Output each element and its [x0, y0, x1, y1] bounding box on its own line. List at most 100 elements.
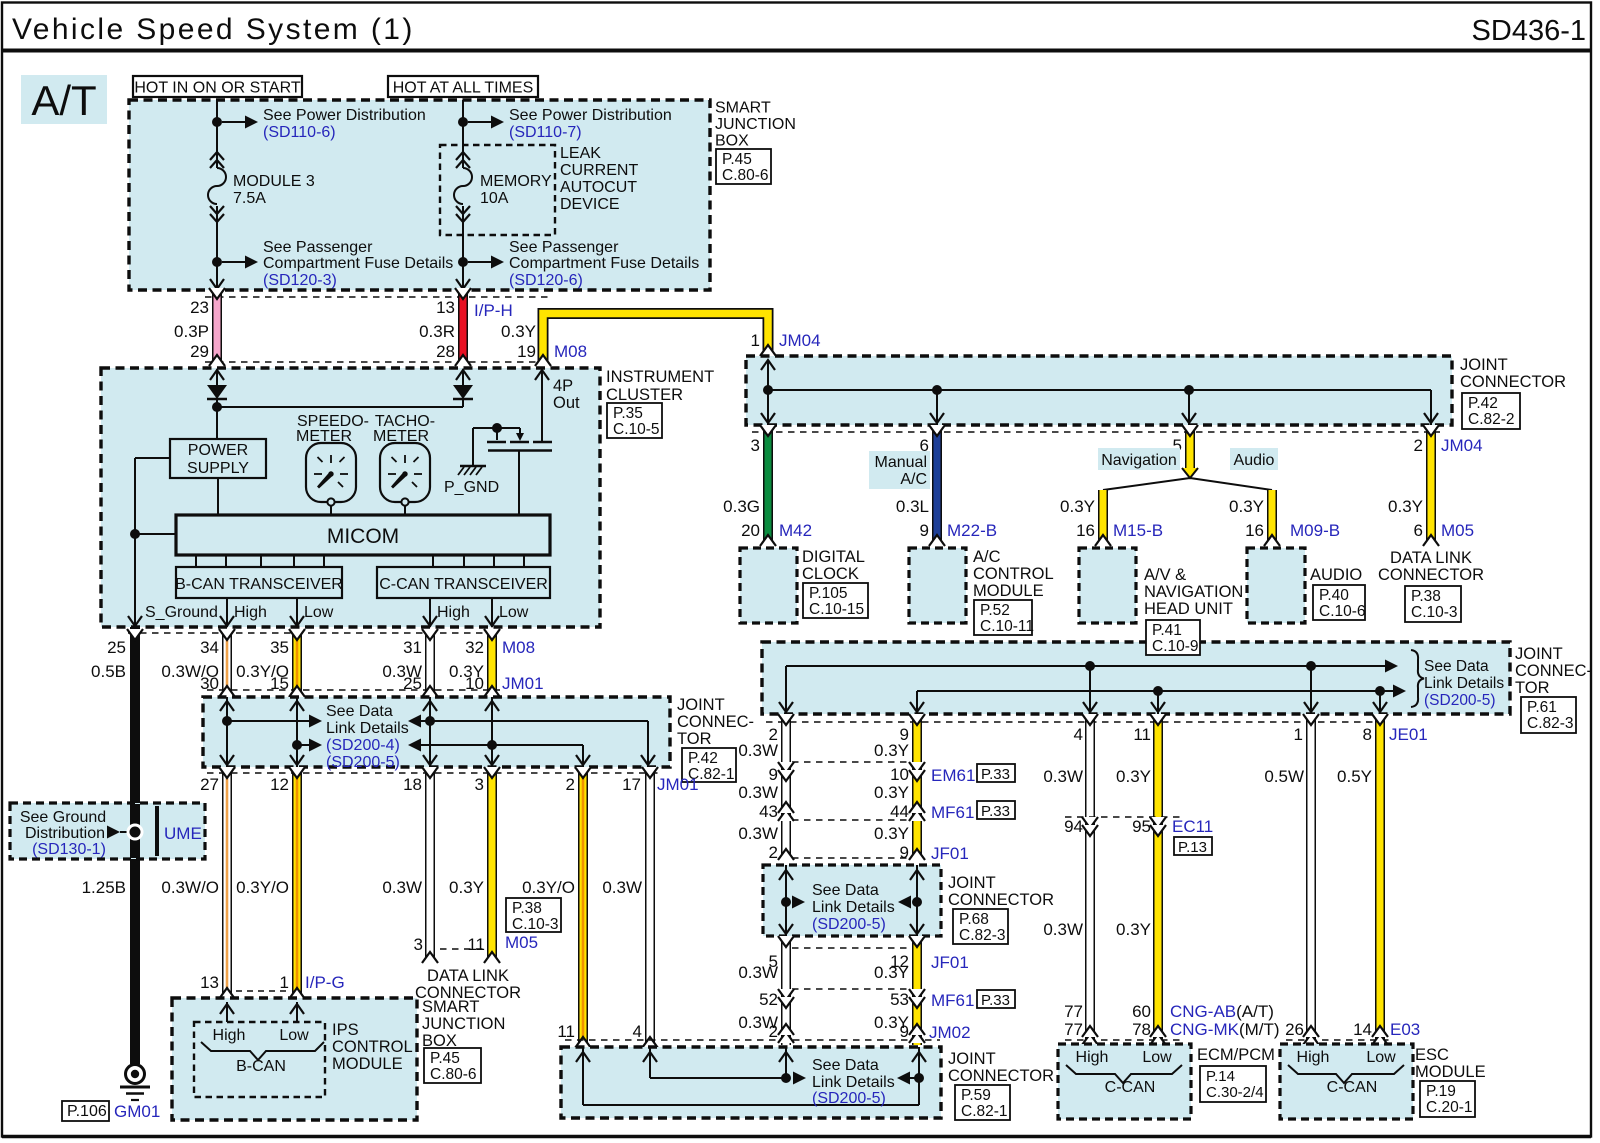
svg-text:JUNCTION: JUNCTION	[422, 1015, 505, 1033]
svg-text:M08: M08	[554, 342, 587, 361]
svg-text:14: 14	[1353, 1020, 1372, 1039]
svg-text:C.10-3: C.10-3	[1411, 604, 1458, 621]
svg-text:0.3W: 0.3W	[1043, 920, 1083, 939]
svg-text:(SD130-1): (SD130-1)	[32, 841, 106, 858]
svg-text:CONNECTOR: CONNECTOR	[948, 891, 1054, 909]
svg-text:S_Ground: S_Ground	[145, 604, 218, 621]
svg-text:See Power Distribution: See Power Distribution	[509, 107, 672, 124]
svg-text:Low: Low	[279, 1027, 309, 1044]
svg-text:P.105: P.105	[809, 585, 848, 602]
svg-text:Distribution: Distribution	[25, 825, 105, 842]
svg-text:3: 3	[414, 935, 423, 954]
svg-text:GM01: GM01	[114, 1102, 160, 1121]
svg-text:11: 11	[1133, 725, 1151, 744]
svg-text:JM04: JM04	[1441, 436, 1483, 455]
svg-text:M05: M05	[505, 933, 538, 952]
svg-text:Link Details: Link Details	[326, 720, 409, 737]
svg-text:EM61: EM61	[931, 766, 975, 785]
svg-text:AUDIO: AUDIO	[1310, 566, 1362, 584]
svg-text:31: 31	[403, 638, 422, 657]
svg-text:MODULE: MODULE	[332, 1055, 403, 1073]
svg-text:UME: UME	[164, 824, 202, 843]
svg-text:JOINT: JOINT	[1460, 356, 1508, 374]
svg-text:12: 12	[270, 775, 289, 794]
svg-text:9: 9	[900, 1022, 909, 1041]
svg-text:3: 3	[475, 775, 484, 794]
svg-text:60: 60	[1132, 1002, 1151, 1021]
svg-text:See Ground: See Ground	[20, 809, 106, 826]
svg-text:B-CAN: B-CAN	[236, 1058, 286, 1075]
svg-text:C.82-1: C.82-1	[961, 1103, 1008, 1120]
svg-text:78: 78	[1132, 1020, 1151, 1039]
svg-text:13: 13	[436, 298, 455, 317]
svg-text:CONNECTOR: CONNECTOR	[1460, 373, 1566, 391]
svg-text:27: 27	[200, 775, 219, 794]
svg-text:C-CAN TRANSCEIVER: C-CAN TRANSCEIVER	[379, 576, 548, 593]
svg-text:C.10-5: C.10-5	[613, 421, 660, 438]
svg-text:0.3G: 0.3G	[723, 497, 760, 516]
svg-text:0.3Y: 0.3Y	[1060, 497, 1095, 516]
svg-text:MODULE: MODULE	[973, 582, 1044, 600]
svg-text:P.38: P.38	[512, 900, 542, 917]
svg-text:ESC: ESC	[1415, 1046, 1449, 1064]
svg-text:Vehicle Speed System (1): Vehicle Speed System (1)	[12, 13, 415, 46]
svg-text:High: High	[234, 604, 267, 621]
svg-text:0.3Y: 0.3Y	[1116, 767, 1151, 786]
svg-text:0.3Y: 0.3Y	[874, 963, 909, 982]
svg-text:C.10-6: C.10-6	[1319, 603, 1366, 620]
svg-text:P.45: P.45	[430, 1050, 460, 1067]
svg-text:P.68: P.68	[959, 911, 989, 928]
svg-text:(SD200-5): (SD200-5)	[812, 916, 886, 933]
svg-text:(SD110-6): (SD110-6)	[263, 124, 336, 141]
svg-text:Link Details: Link Details	[812, 899, 895, 916]
svg-text:(SD120-6): (SD120-6)	[509, 272, 583, 289]
svg-text:JOINT: JOINT	[1515, 645, 1563, 663]
svg-text:P.33: P.33	[981, 803, 1010, 820]
svg-text:BOX: BOX	[715, 133, 749, 150]
svg-text:A/C: A/C	[973, 548, 1001, 566]
svg-text:SD436-1: SD436-1	[1472, 15, 1586, 47]
svg-text:MODULE: MODULE	[1415, 1063, 1486, 1081]
svg-text:MF61: MF61	[931, 803, 974, 822]
svg-text:0.3L: 0.3L	[896, 497, 929, 516]
svg-text:Out: Out	[553, 394, 580, 412]
svg-text:0.3Y: 0.3Y	[1388, 497, 1423, 516]
svg-text:16: 16	[1076, 521, 1095, 540]
svg-text:M08: M08	[502, 638, 535, 657]
svg-text:MODULE 3: MODULE 3	[233, 173, 315, 190]
svg-text:JM01: JM01	[657, 775, 699, 794]
svg-text:M09-B: M09-B	[1290, 521, 1340, 540]
svg-text:0.3Y: 0.3Y	[874, 824, 909, 843]
svg-text:28: 28	[436, 342, 455, 361]
svg-text:77: 77	[1064, 1002, 1083, 1021]
svg-text:A/V &: A/V &	[1144, 566, 1186, 584]
svg-text:See Passenger: See Passenger	[263, 239, 373, 256]
svg-text:0.3W: 0.3W	[1043, 767, 1083, 786]
svg-text:TOR: TOR	[1515, 679, 1550, 697]
svg-text:SUPPLY: SUPPLY	[187, 460, 249, 477]
svg-text:JE01: JE01	[1389, 725, 1428, 744]
svg-text:95: 95	[1132, 817, 1151, 836]
svg-text:Link Details: Link Details	[812, 1074, 895, 1091]
svg-text:15: 15	[270, 674, 289, 693]
svg-text:10: 10	[890, 765, 909, 784]
svg-text:26: 26	[1285, 1020, 1304, 1039]
svg-text:(SD200-5): (SD200-5)	[1424, 692, 1496, 709]
svg-text:11: 11	[467, 935, 485, 954]
svg-text:52: 52	[759, 990, 778, 1009]
svg-text:Low: Low	[499, 604, 529, 621]
svg-text:25: 25	[403, 674, 422, 693]
svg-text:P.61: P.61	[1527, 699, 1557, 716]
svg-text:0.3R: 0.3R	[419, 322, 455, 341]
svg-text:0.5W: 0.5W	[1264, 767, 1304, 786]
svg-text:0.3W/O: 0.3W/O	[161, 878, 219, 897]
svg-text:23: 23	[190, 298, 209, 317]
svg-text:High: High	[213, 1027, 246, 1044]
svg-text:0.3P: 0.3P	[174, 322, 209, 341]
svg-text:P.35: P.35	[613, 405, 643, 422]
svg-text:Link Details: Link Details	[1424, 675, 1504, 692]
svg-text:9: 9	[769, 765, 778, 784]
svg-text:M22-B: M22-B	[947, 521, 997, 540]
svg-text:18: 18	[403, 775, 422, 794]
svg-text:0.3Y: 0.3Y	[449, 878, 484, 897]
